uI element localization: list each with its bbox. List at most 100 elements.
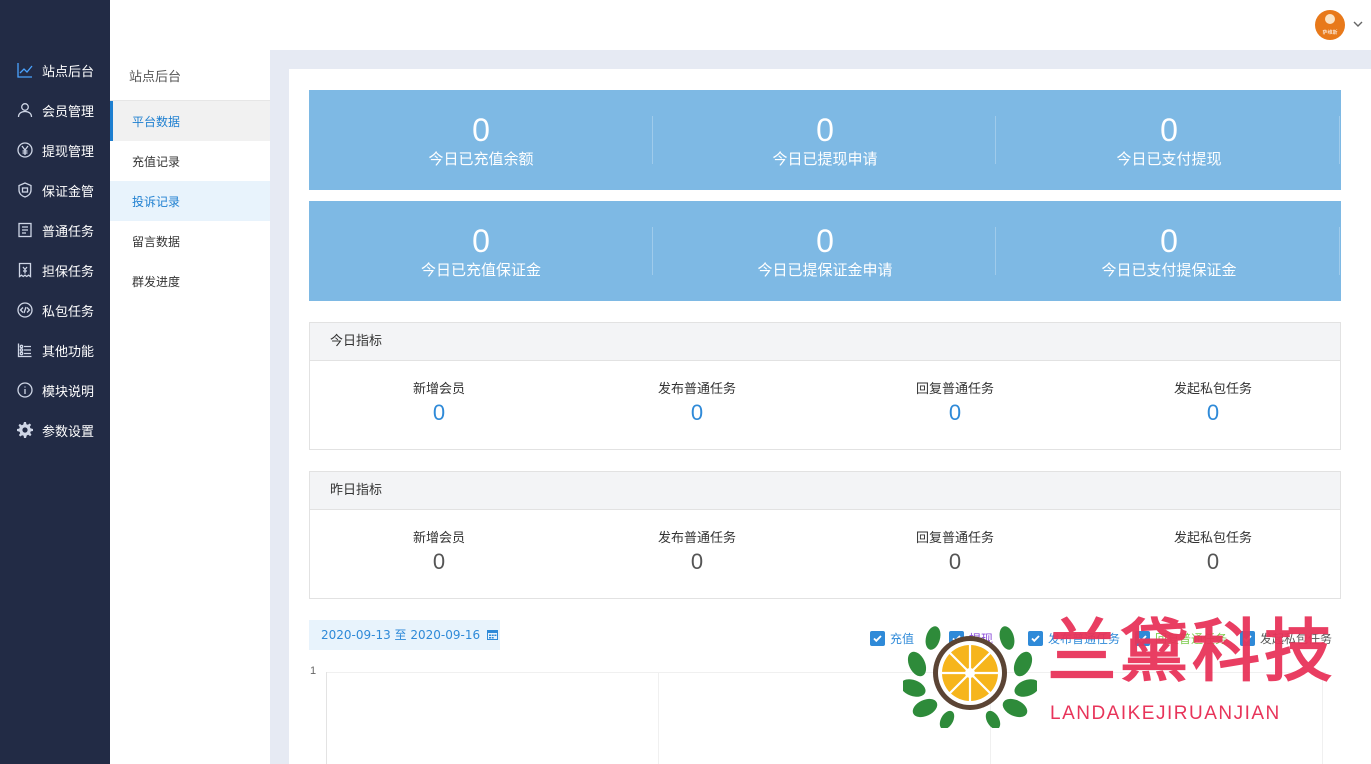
stat-label: 今日已提现申请 [772,149,878,168]
metric-label: 发布普通任务 [657,382,736,397]
sidebar-item-label: 保证金管 [42,184,95,200]
stat-today-withdraw-paid: 0 今日已支付提现 [997,90,1341,190]
metric-label: 发起私包任务 [1173,382,1252,397]
subnav-item-recharge-records[interactable]: 充值记录 [110,141,270,181]
stat-today-recharge: 0 今日已充值余额 [309,90,653,190]
metric-label: 发布普通任务 [657,531,736,546]
metric-label: 发起私包任务 [1173,531,1252,546]
metric-label: 新增会员 [412,531,465,546]
sub-navigation: 站点后台 平台数据 充值记录 投诉记录 留言数据 群发进度 [110,50,270,764]
sidebar-item-label: 模块说明 [42,384,95,400]
watermark-text: 兰黛科技 [1048,613,1337,692]
metric-published-tasks: 发布普通任务 0 [568,381,826,427]
stat-label: 今日已支付提保证金 [1101,260,1237,279]
info-icon [17,382,33,398]
code-circle-icon [17,302,33,318]
subnav-item-platform-data[interactable]: 平台数据 [110,101,270,141]
avatar-face-icon [1325,14,1335,24]
document-icon [17,222,33,238]
sidebar-item-label: 站点后台 [42,64,95,80]
yesterday-metrics-card: 昨日指标 新增会员 0 发布普通任务 0 回复普通任务 0 发起私包任务 0 [309,471,1341,599]
metric-value: 0 [690,400,704,425]
sidebar-item-label: 会员管理 [42,104,95,120]
stat-today-deposit-request: 0 今日已提保证金申请 [653,201,997,301]
sidebar-item-normal-tasks[interactable]: 普通任务 [0,210,110,250]
watermark-subtext: LANDAIKEJIRUANJIAN [1050,703,1281,724]
user-icon [17,102,33,118]
stat-row-funds: 0 今日已充值余额 0 今日已提现申请 0 今日已支付提现 [309,90,1341,190]
sidebar-item-members[interactable]: 会员管理 [0,90,110,130]
metric-value: 0 [1206,549,1220,574]
sidebar-item-module-info[interactable]: 模块说明 [0,370,110,410]
stat-today-deposit-paid: 0 今日已支付提保证金 [997,201,1341,301]
chart-y-tick: 1 [310,665,317,677]
divider [1339,227,1340,275]
stat-label: 今日已支付提现 [1116,149,1222,168]
card-title: 今日指标 [310,323,1340,361]
sidebar-item-guarantee-tasks[interactable]: 担保任务 [0,250,110,290]
divider [995,116,996,164]
receipt-icon [17,262,33,278]
metric-label: 新增会员 [412,382,465,397]
subnav-item-broadcast-progress[interactable]: 群发进度 [110,261,270,301]
divider [1339,116,1340,164]
metric-value: 0 [432,400,446,425]
sidebar-item-settings[interactable]: 参数设置 [0,410,110,450]
stat-today-deposit-recharge: 0 今日已充值保证金 [309,201,653,301]
metric-value: 0 [690,549,704,574]
stat-label: 今日已充值保证金 [420,260,541,279]
metric-value: 0 [1206,400,1220,425]
sidebar-item-label: 其他功能 [42,344,95,360]
date-range-text: 2020-09-13 至 2020-09-16 [321,628,481,642]
metric-private-tasks: 发起私包任务 0 [1084,530,1342,576]
list-icon [17,342,33,358]
sidebar-item-label: 提现管理 [42,144,95,160]
avatar[interactable]: 萨维斯 [1315,10,1345,40]
watermark-logo-icon [903,626,1037,728]
chart-gridline [658,672,659,764]
metric-replied-tasks: 回复普通任务 0 [826,530,1084,576]
sidebar-item-deposit[interactable]: 保证金管 [0,170,110,210]
metric-new-members: 新增会员 0 [310,381,568,427]
metric-private-tasks: 发起私包任务 0 [1084,381,1342,427]
metric-label: 回复普通任务 [915,531,994,546]
subnav-item-complaint-records[interactable]: 投诉记录 [110,181,270,221]
stat-value: 0 [816,111,834,148]
sidebar-item-label: 参数设置 [42,424,95,440]
main-sidebar: 站点后台 会员管理 提现管理 保证金管 普通任务 担保任务 私包任务 其他功能 … [0,0,110,764]
top-header: 萨维斯 [110,0,1371,50]
checkbox-checked-icon [870,630,885,646]
metric-new-members: 新增会员 0 [310,530,568,576]
today-metrics-card: 今日指标 新增会员 0 发布普通任务 0 回复普通任务 0 发起私包任务 0 [309,322,1341,450]
shield-icon [17,182,33,198]
sidebar-item-label: 普通任务 [42,224,95,240]
chevron-down-icon[interactable] [1351,17,1365,31]
metric-replied-tasks: 回复普通任务 0 [826,381,1084,427]
sidebar-item-other[interactable]: 其他功能 [0,330,110,370]
gear-icon [17,422,33,438]
metric-value: 0 [948,549,962,574]
date-range-picker[interactable]: 2020-09-13 至 2020-09-16 [309,620,500,650]
stat-row-deposit: 0 今日已充值保证金 0 今日已提保证金申请 0 今日已支付提保证金 [309,201,1341,301]
avatar-text: 萨维斯 [1322,30,1338,36]
chart-line-icon [17,62,33,78]
stat-value: 0 [472,222,490,259]
calendar-icon [486,630,498,640]
subnav-item-message-data[interactable]: 留言数据 [110,221,270,261]
sidebar-item-site-backend[interactable]: 站点后台 [0,50,110,90]
sidebar-item-private-tasks[interactable]: 私包任务 [0,290,110,330]
metric-label: 回复普通任务 [915,382,994,397]
sidebar-item-withdraw[interactable]: 提现管理 [0,130,110,170]
sidebar-item-label: 担保任务 [42,264,95,280]
stat-value: 0 [816,222,834,259]
stat-value: 0 [1160,111,1178,148]
metric-value: 0 [432,549,446,574]
stat-label: 今日已充值余额 [428,149,534,168]
card-title: 昨日指标 [310,472,1340,510]
metric-published-tasks: 发布普通任务 0 [568,530,826,576]
stat-today-withdraw-request: 0 今日已提现申请 [653,90,997,190]
metric-value: 0 [948,400,962,425]
sidebar-item-label: 私包任务 [42,304,95,320]
stat-value: 0 [472,111,490,148]
stat-value: 0 [1160,222,1178,259]
